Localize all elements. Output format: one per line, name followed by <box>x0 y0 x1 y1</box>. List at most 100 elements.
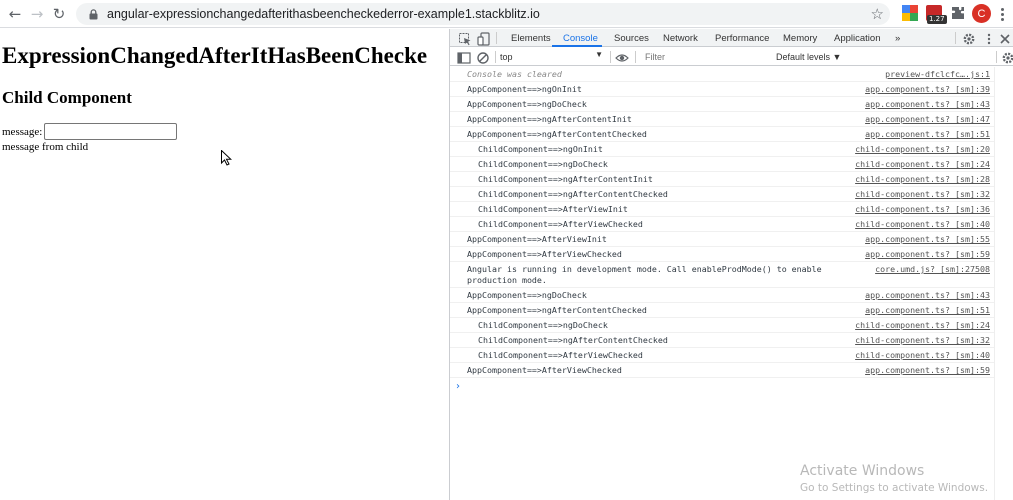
tab-elements[interactable]: Elements <box>511 29 551 47</box>
reload-icon[interactable]: ↻ <box>48 3 70 25</box>
tab-separator <box>496 32 497 44</box>
url-text[interactable]: angular-expressionchangedafterithasbeenc… <box>107 7 540 21</box>
browser-menu-icon[interactable] <box>996 4 1008 24</box>
console-message: ChildComponent==>AfterViewInit child-comp… <box>450 202 994 217</box>
google-extension-icon[interactable] <box>902 5 918 21</box>
console-message-text: AppComponent==>ngAfterContentChecked <box>467 129 647 139</box>
console-source-link[interactable]: app.component.ts? [sm]:43 <box>865 99 990 110</box>
console-message: AppComponent==>ngOnInit app.component.ts?… <box>450 82 994 97</box>
context-selector[interactable]: top ▼ <box>500 50 606 64</box>
forward-icon[interactable]: → <box>26 3 48 25</box>
console-message-text: AppComponent==>ngOnInit <box>467 84 582 94</box>
console-message: AppComponent==>ngAfterContentInit app.com… <box>450 112 994 127</box>
console-message: AppComponent==>AfterViewChecked app.compo… <box>450 363 994 378</box>
tab-application[interactable]: Application <box>834 29 880 47</box>
address-bar[interactable]: angular-expressionchangedafterithasbeenc… <box>76 3 890 25</box>
tab-sources[interactable]: Sources <box>614 29 649 47</box>
inspect-element-icon[interactable] <box>458 31 472 46</box>
console-message: ChildComponent==>AfterViewChecked child-c… <box>450 217 994 232</box>
console-source-link[interactable]: core.umd.js? [sm]:27508 <box>875 264 990 275</box>
console-message: AppComponent==>ngDoCheck app.component.ts… <box>450 288 994 303</box>
back-icon[interactable]: ← <box>4 3 26 25</box>
console-source-link[interactable]: app.component.ts? [sm]:39 <box>865 84 990 95</box>
console-message-text: AppComponent==>AfterViewInit <box>467 234 607 244</box>
app-page: ExpressionChangedAfterItHasBeenChecke Ch… <box>0 29 449 500</box>
console-message-text: AppComponent==>AfterViewChecked <box>467 365 622 375</box>
watermark-subtitle: Go to Settings to activate Windows. <box>800 482 989 494</box>
child-component-heading: Child Component <box>2 88 132 107</box>
console-message: AppComponent==>AfterViewInit app.componen… <box>450 232 994 247</box>
console-prompt-icon[interactable]: › <box>456 381 460 392</box>
console-source-link[interactable]: child-component.ts? [sm]:24 <box>855 159 990 170</box>
console-filter-input[interactable] <box>642 50 770 64</box>
tab-memory[interactable]: Memory <box>783 29 817 47</box>
console-source-link[interactable]: child-component.ts? [sm]:24 <box>855 320 990 331</box>
console-message: ChildComponent==>ngAfterContentChecked ch… <box>450 187 994 202</box>
console-source-link[interactable]: child-component.ts? [sm]:20 <box>855 144 990 155</box>
console-message: ChildComponent==>AfterViewChecked child-c… <box>450 348 994 363</box>
console-source-link[interactable]: app.component.ts? [sm]:51 <box>865 129 990 140</box>
console-scrollbar[interactable] <box>994 67 1013 500</box>
tab-separator <box>955 32 956 44</box>
console-message-text: ChildComponent==>ngAfterContentInit <box>478 174 653 184</box>
console-message: ChildComponent==>ngDoCheck child-componen… <box>450 318 994 333</box>
clear-console-icon[interactable] <box>476 50 490 64</box>
console-source-link[interactable]: app.component.ts? [sm]:43 <box>865 290 990 301</box>
star-icon[interactable]: ☆ <box>871 5 884 23</box>
console-message: ChildComponent==>ngAfterContentInit child… <box>450 172 994 187</box>
console-message: AppComponent==>ngAfterContentChecked app.… <box>450 303 994 318</box>
console-message: AppComponent==>AfterViewChecked app.compo… <box>450 247 994 262</box>
more-tabs-button[interactable]: » <box>895 29 900 47</box>
tab-network[interactable]: Network <box>663 29 698 47</box>
console-source-link[interactable]: app.component.ts? [sm]:59 <box>865 249 990 260</box>
console-message: ChildComponent==>ngOnInit child-component… <box>450 142 994 157</box>
message-label: message: <box>2 125 43 138</box>
console-source-link[interactable]: child-component.ts? [sm]:40 <box>855 350 990 361</box>
log-levels-dropdown[interactable]: Default levels ▼ <box>776 50 841 64</box>
watermark-title: Activate Windows <box>800 463 925 479</box>
device-toolbar-icon[interactable] <box>477 31 491 46</box>
console-message-text: ChildComponent==>ngAfterContentChecked <box>478 335 668 345</box>
console-message-text: AppComponent==>AfterViewChecked <box>467 249 622 259</box>
console-source-link[interactable]: child-component.ts? [sm]:32 <box>855 335 990 346</box>
profile-avatar[interactable]: C <box>972 4 991 23</box>
devtools-menu-icon[interactable] <box>982 31 996 45</box>
settings-gear-icon[interactable] <box>962 31 976 45</box>
console-source-link[interactable]: child-component.ts? [sm]:36 <box>855 204 990 215</box>
console-source-link[interactable]: app.component.ts? [sm]:59 <box>865 365 990 376</box>
live-expression-eye-icon[interactable] <box>615 50 629 64</box>
console-cleared-message: Console was cleared preview-dfclcfc….js:1 <box>450 67 994 82</box>
console-source-link[interactable]: child-component.ts? [sm]:28 <box>855 174 990 185</box>
console-source-link[interactable]: child-component.ts? [sm]:40 <box>855 219 990 230</box>
console-message-text: ChildComponent==>ngDoCheck <box>478 159 608 169</box>
console-message-text: ChildComponent==>AfterViewChecked <box>478 350 643 360</box>
context-value: top <box>500 52 513 62</box>
console-message: ChildComponent==>ngDoCheck child-componen… <box>450 157 994 172</box>
tab-performance[interactable]: Performance <box>715 29 769 47</box>
console-messages: Console was cleared preview-dfclcfc….js:1… <box>450 67 994 500</box>
active-tab-underline <box>552 45 602 47</box>
console-source-link[interactable]: child-component.ts? [sm]:32 <box>855 189 990 200</box>
console-source-link[interactable]: app.component.ts? [sm]:51 <box>865 305 990 316</box>
message-input[interactable] <box>44 123 178 140</box>
page-title: ExpressionChangedAfterItHasBeenChecke <box>2 43 428 68</box>
toolbar-separator <box>635 51 636 63</box>
browser-toolbar: ← → ↻ angular-expressionchangedafteritha… <box>0 0 1013 28</box>
console-message-text: AppComponent==>ngDoCheck <box>467 290 587 300</box>
console-source-link[interactable]: preview-dfclcfc….js:1 <box>885 69 990 80</box>
context-dropdown-icon: ▼ <box>595 50 603 59</box>
console-message-text: Console was cleared <box>467 69 562 79</box>
console-sidebar-icon[interactable] <box>457 50 471 64</box>
console-toolbar: top ▼ Default levels ▼ <box>450 48 1013 66</box>
console-message: AppComponent==>ngDoCheck app.component.ts… <box>450 97 994 112</box>
toolbar-separator <box>996 51 997 63</box>
console-source-link[interactable]: app.component.ts? [sm]:47 <box>865 114 990 125</box>
console-message-text: AppComponent==>ngAfterContentInit <box>467 114 632 124</box>
console-settings-icon[interactable] <box>1001 50 1013 64</box>
message-row: message: <box>2 123 178 140</box>
devtools-tab-bar: Elements Console Sources Network Perform… <box>450 29 1013 47</box>
extensions-icon[interactable] <box>950 5 966 21</box>
console-source-link[interactable]: app.component.ts? [sm]:55 <box>865 234 990 245</box>
close-devtools-icon[interactable] <box>998 31 1012 45</box>
toolbar-separator <box>610 51 611 63</box>
